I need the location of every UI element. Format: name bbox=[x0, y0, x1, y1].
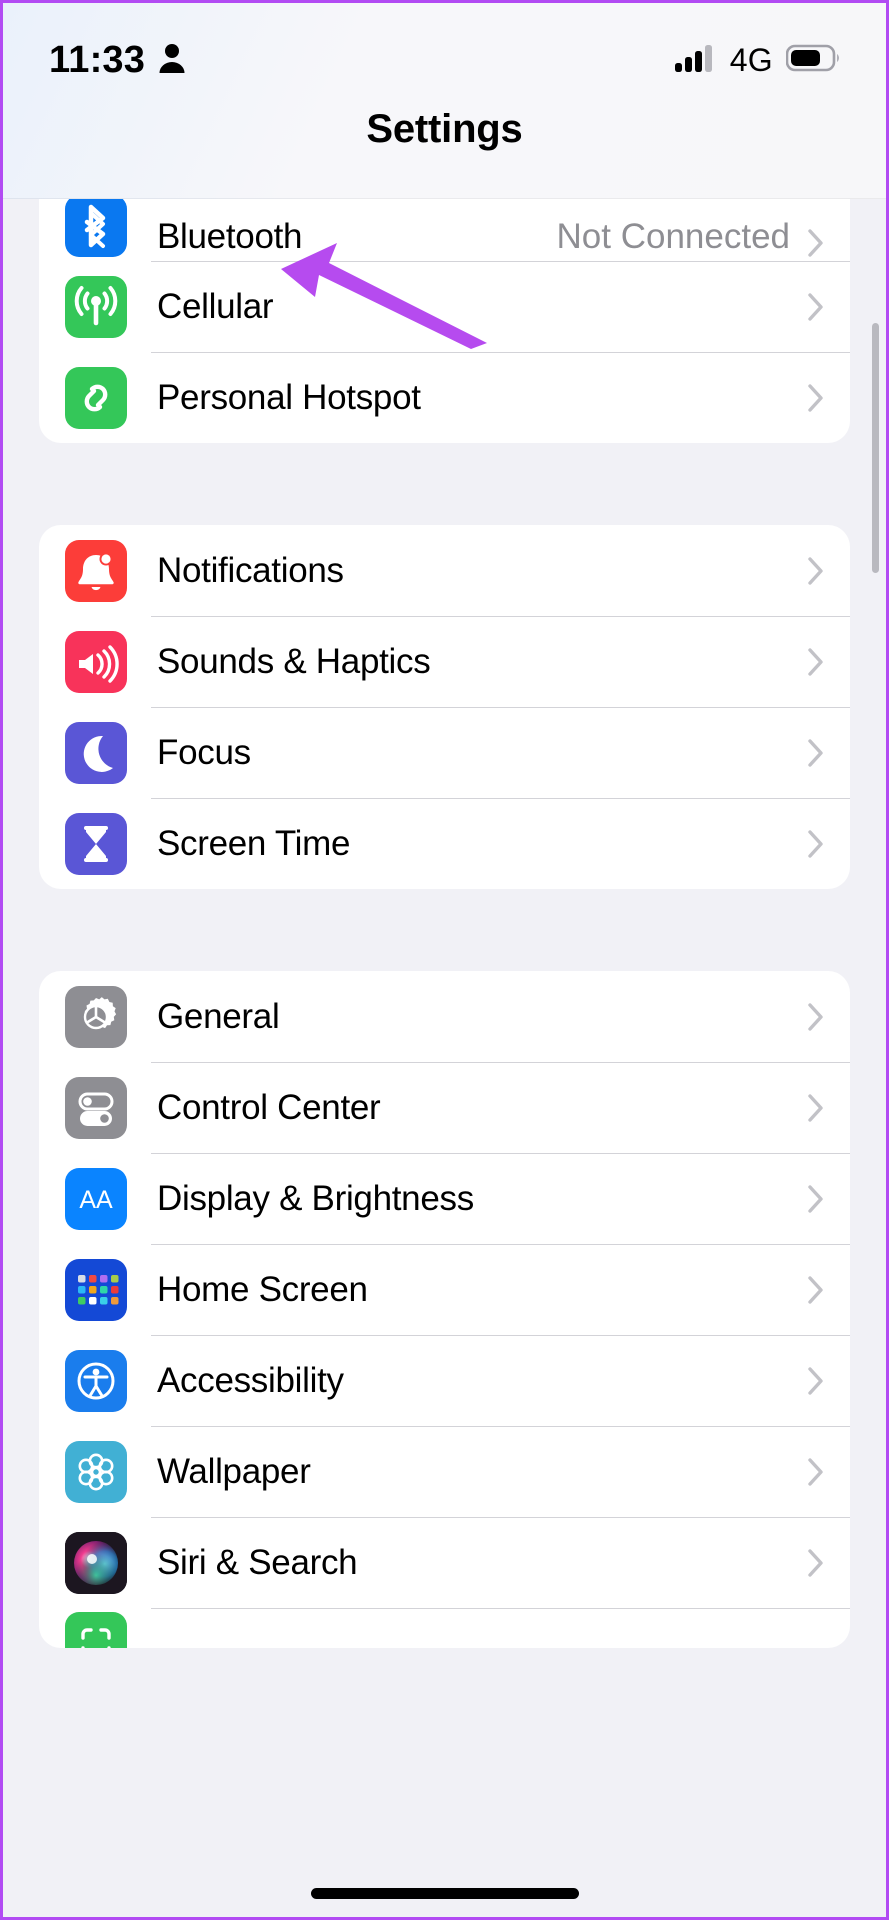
cellular-signal-icon bbox=[674, 43, 717, 78]
chevron-right-icon bbox=[808, 292, 824, 321]
settings-row-value: Not Connected bbox=[556, 217, 790, 256]
display-brightness-aa-icon: AA bbox=[65, 1167, 127, 1230]
status-bar-left: 11:33 bbox=[49, 39, 187, 82]
focus-moon-icon bbox=[65, 721, 127, 784]
settings-row-accessibility[interactable]: Accessibility bbox=[39, 1335, 850, 1426]
settings-row-focus[interactable]: Focus bbox=[39, 707, 850, 798]
vertical-scrollbar[interactable] bbox=[872, 323, 879, 573]
settings-row-label: Cellular bbox=[157, 286, 274, 326]
settings-row-partial-next[interactable] bbox=[39, 1608, 850, 1648]
settings-row-sounds-haptics[interactable]: Sounds & Haptics bbox=[39, 616, 850, 707]
settings-row-label: Home Screen bbox=[157, 1269, 368, 1309]
settings-row-label: Wallpaper bbox=[157, 1451, 311, 1491]
battery-icon bbox=[785, 43, 842, 78]
status-bar-right: 4G bbox=[674, 41, 842, 79]
status-bar: 11:33 4G bbox=[3, 35, 886, 85]
chevron-right-icon bbox=[808, 383, 824, 412]
cellular-antenna-icon bbox=[65, 275, 127, 338]
settings-row-bluetooth[interactable]: Bluetooth Not Connected bbox=[39, 199, 850, 261]
home-screen-grid-icon bbox=[65, 1258, 127, 1321]
chevron-right-icon bbox=[808, 1184, 824, 1213]
chevron-right-icon bbox=[808, 229, 824, 257]
control-center-toggles-icon bbox=[65, 1076, 127, 1139]
settings-row-label: Sounds & Haptics bbox=[157, 641, 431, 681]
sounds-speaker-icon bbox=[65, 630, 127, 693]
personal-hotspot-link-icon bbox=[65, 366, 127, 429]
phone-screen: Bluetooth Not Connected Cellular Persona… bbox=[0, 0, 889, 1920]
chevron-right-icon bbox=[808, 1002, 824, 1031]
settings-row-label: Siri & Search bbox=[157, 1542, 358, 1582]
settings-section-system: General Control Center AA Display & Brig… bbox=[39, 971, 850, 1648]
chevron-right-icon bbox=[808, 738, 824, 767]
settings-row-label: Notifications bbox=[157, 550, 344, 590]
settings-row-label: Screen Time bbox=[157, 823, 351, 863]
settings-row-personal-hotspot[interactable]: Personal Hotspot bbox=[39, 352, 850, 443]
network-type-label: 4G bbox=[729, 41, 773, 78]
settings-row-label: Bluetooth bbox=[157, 217, 303, 256]
settings-row-cellular[interactable]: Cellular bbox=[39, 261, 850, 352]
settings-row-notifications[interactable]: Notifications bbox=[39, 525, 850, 616]
settings-row-siri-search[interactable]: Siri & Search bbox=[39, 1517, 850, 1608]
face-id-passcode-icon bbox=[65, 1612, 127, 1648]
svg-text:AA: AA bbox=[79, 1186, 113, 1214]
settings-row-label: Focus bbox=[157, 732, 251, 772]
general-gear-icon bbox=[65, 985, 127, 1048]
settings-row-control-center[interactable]: Control Center bbox=[39, 1062, 850, 1153]
chevron-right-icon bbox=[808, 1275, 824, 1304]
chevron-right-icon bbox=[808, 829, 824, 858]
settings-scroll-view[interactable]: Bluetooth Not Connected Cellular Persona… bbox=[3, 3, 886, 1730]
accessibility-figure-icon bbox=[65, 1349, 127, 1412]
screen-time-hourglass-icon bbox=[65, 812, 127, 875]
settings-row-display-brightness[interactable]: AA Display & Brightness bbox=[39, 1153, 850, 1244]
wallpaper-flower-icon bbox=[65, 1440, 127, 1503]
bluetooth-icon bbox=[65, 199, 127, 257]
home-indicator-bar bbox=[310, 1888, 579, 1899]
settings-row-label: Display & Brightness bbox=[157, 1178, 474, 1218]
status-clock: 11:33 bbox=[49, 38, 146, 81]
siri-orb-icon bbox=[65, 1531, 127, 1594]
chevron-right-icon bbox=[808, 556, 824, 585]
chevron-right-icon bbox=[808, 647, 824, 676]
settings-row-label: Accessibility bbox=[157, 1360, 344, 1400]
settings-row-label: General bbox=[157, 996, 280, 1036]
settings-row-general[interactable]: General bbox=[39, 971, 850, 1062]
settings-row-wallpaper[interactable]: Wallpaper bbox=[39, 1426, 850, 1517]
notifications-bell-icon bbox=[65, 539, 127, 602]
settings-section-connectivity: Bluetooth Not Connected Cellular Persona… bbox=[39, 199, 850, 443]
navigation-header: 11:33 4G Settings bbox=[3, 3, 886, 199]
settings-section-alerts: Notifications Sounds & Haptics Focus Scr… bbox=[39, 525, 850, 889]
page-title: Settings bbox=[366, 107, 523, 151]
settings-row-screen-time[interactable]: Screen Time bbox=[39, 798, 850, 889]
chevron-right-icon bbox=[808, 1366, 824, 1395]
settings-row-label: Personal Hotspot bbox=[157, 377, 421, 417]
settings-row-home-screen[interactable]: Home Screen bbox=[39, 1244, 850, 1335]
settings-row-label: Control Center bbox=[157, 1087, 381, 1127]
chevron-right-icon bbox=[808, 1093, 824, 1122]
chevron-right-icon bbox=[808, 1457, 824, 1486]
chevron-right-icon bbox=[808, 1548, 824, 1577]
person-icon bbox=[157, 41, 187, 80]
